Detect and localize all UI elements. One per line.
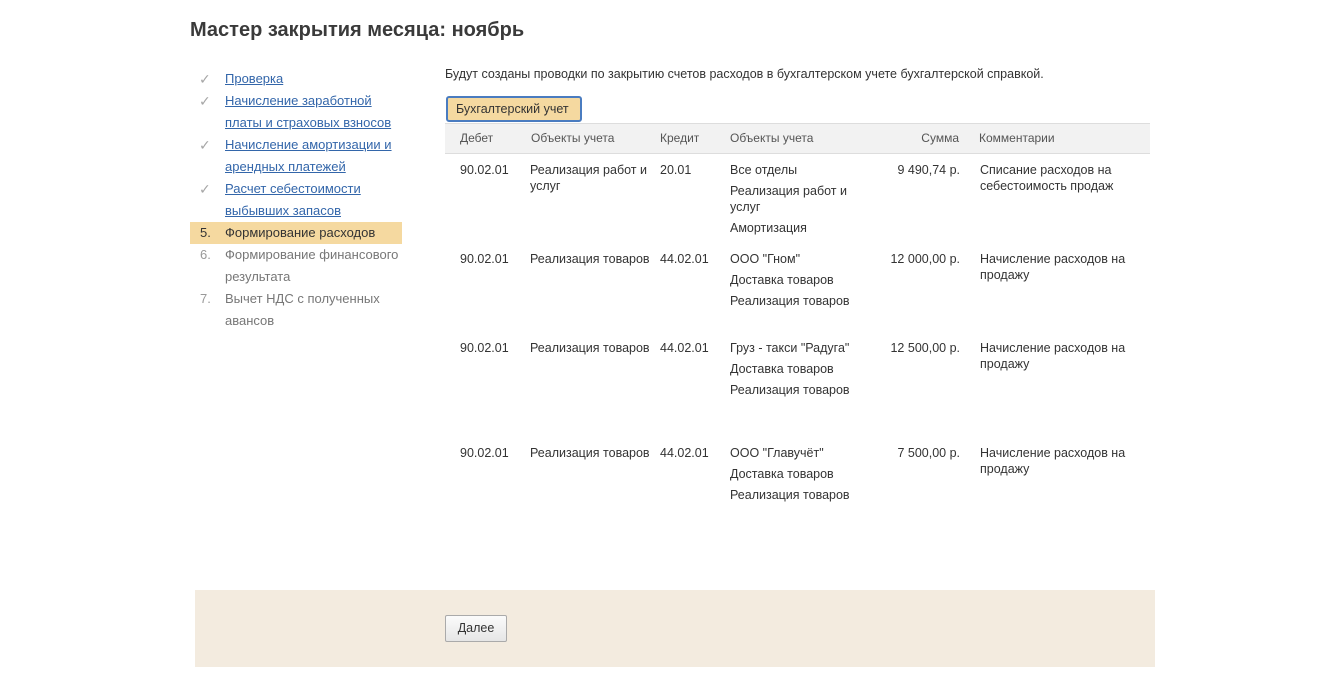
wizard-step-3[interactable]: ✓ Начисление амортизации и арендных платеж…: [190, 134, 402, 178]
cell-debit: 90.02.01: [460, 163, 509, 177]
header-comment: Комментарии: [979, 131, 1055, 145]
analytics-item: Реализация товаров: [730, 294, 850, 308]
step-link[interactable]: выбывших запасов: [225, 200, 341, 222]
step-link[interactable]: Проверка: [225, 68, 283, 90]
analytics-item: Амортизация: [730, 221, 807, 235]
cell-debit: 90.02.01: [460, 252, 509, 266]
intro-text: Будут созданы проводки по закрытию счето…: [445, 67, 1044, 81]
cell-sum: 12 000,00 р.: [890, 252, 960, 266]
cell-credit: 44.02.01: [660, 252, 709, 266]
cell-objects-debit: Реализация товаров: [530, 446, 650, 460]
analytics-item: Доставка товаров: [730, 362, 834, 376]
header-sum: Сумма: [921, 131, 959, 145]
analytics-item: Все отделы: [730, 163, 798, 177]
step-link[interactable]: платы и страховых взносов: [225, 112, 391, 134]
cell-objects-debit: Реализация работ и услуг: [530, 163, 647, 193]
step-label: Формирование финансового: [225, 247, 399, 262]
header-debit: Дебет: [460, 131, 494, 145]
step-link[interactable]: Расчет себестоимости: [225, 178, 361, 200]
step-number: 5.: [200, 225, 211, 240]
wizard-step-1[interactable]: ✓ Проверка: [190, 68, 402, 90]
cell-credit: 44.02.01: [660, 341, 709, 355]
wizard-step-6: 6. Формирование финансового результата: [190, 244, 402, 288]
analytics-item: Доставка товаров: [730, 467, 834, 481]
cell-debit: 90.02.01: [460, 446, 509, 460]
table-row: 90.02.01 Реализация товаров 44.02.01 ООО "Г…: [445, 251, 1150, 331]
checkmark-icon: ✓: [199, 137, 211, 153]
analytics-item: Груз - такси "Радуга": [730, 341, 850, 355]
cell-objects-debit: Реализация товаров: [530, 341, 650, 355]
step-link[interactable]: арендных платежей: [225, 156, 346, 178]
table-header: Дебет Объекты учета Кредит Объекты учета…: [445, 123, 1150, 154]
checkmark-icon: ✓: [199, 71, 211, 87]
cell-comment: Списание расходов на себестоимость прода…: [980, 163, 1114, 193]
postings-table: Дебет Объекты учета Кредит Объекты учета…: [445, 123, 1150, 502]
cell-comment: Начисление расходов на продажу: [980, 446, 1126, 476]
step-link[interactable]: Начисление заработной: [225, 90, 372, 112]
table-row: 90.02.01 Реализация работ и услуг 20.01 Все…: [445, 162, 1150, 242]
cell-comment: Начисление расходов на продажу: [980, 341, 1126, 371]
step-number: 7.: [200, 291, 211, 306]
wizard-step-7: 7. Вычет НДС с полученных авансов: [190, 288, 402, 332]
analytics-item: Реализация товаров: [730, 488, 850, 502]
step-label: Вычет НДС с полученных: [225, 291, 380, 306]
analytics-item: Доставка товаров: [730, 273, 834, 287]
wizard-step-2[interactable]: ✓ Начисление заработной платы и страховых …: [190, 90, 402, 134]
page-title: Мастер закрытия месяца: ноябрь: [190, 19, 525, 41]
next-button[interactable]: Далее: [445, 615, 507, 642]
cell-objects-debit: Реализация товаров: [530, 252, 650, 266]
cell-comment: Начисление расходов на продажу: [980, 252, 1126, 282]
cell-sum: 7 500,00 р.: [897, 446, 960, 460]
cell-debit: 90.02.01: [460, 341, 509, 355]
cell-objects-credit: Все отделы Реализация работ и услуг Аморти…: [730, 162, 855, 241]
table-row: 90.02.01 Реализация товаров 44.02.01 ООО "Г…: [445, 445, 1150, 525]
cell-objects-credit: ООО "Гном" Доставка товаров Реализация тов…: [730, 251, 855, 314]
header-objects-credit: Объекты учета: [730, 131, 814, 145]
analytics-item: ООО "Гном": [730, 252, 801, 266]
analytics-item: Реализация товаров: [730, 383, 850, 397]
step-label: Формирование расходов: [225, 225, 376, 240]
cell-objects-credit: ООО "Главучёт" Доставка товаров Реализация…: [730, 445, 855, 508]
header-credit: Кредит: [660, 131, 700, 145]
cell-credit: 44.02.01: [660, 446, 709, 460]
analytics-item: ООО "Главучёт": [730, 446, 824, 460]
checkmark-icon: ✓: [199, 181, 211, 197]
cell-sum: 12 500,00 р.: [890, 341, 960, 355]
table-row: 90.02.01 Реализация товаров 44.02.01 Груз -…: [445, 340, 1150, 436]
wizard-steps: ✓ Проверка ✓ Начисление заработной платы и с…: [190, 68, 402, 332]
wizard-step-4[interactable]: ✓ Расчет себестоимости выбывших запасов: [190, 178, 402, 222]
checkmark-icon: ✓: [199, 93, 211, 109]
footer-bar: Далее: [195, 590, 1155, 667]
step-label: результата: [225, 269, 291, 284]
cell-sum: 9 490,74 р.: [897, 163, 960, 177]
cell-objects-credit: Груз - такси "Радуга" Доставка товаров Реа…: [730, 340, 855, 403]
analytics-item: Реализация работ и услуг: [730, 184, 847, 214]
tab-accounting[interactable]: Бухгалтерский учет: [446, 96, 582, 122]
step-label: авансов: [225, 313, 275, 328]
step-link[interactable]: Начисление амортизации и: [225, 134, 392, 156]
wizard-step-5: 5. Формирование расходов: [190, 222, 402, 244]
cell-credit: 20.01: [660, 163, 692, 177]
step-number: 6.: [200, 247, 211, 262]
header-objects-debit: Объекты учета: [531, 131, 615, 145]
